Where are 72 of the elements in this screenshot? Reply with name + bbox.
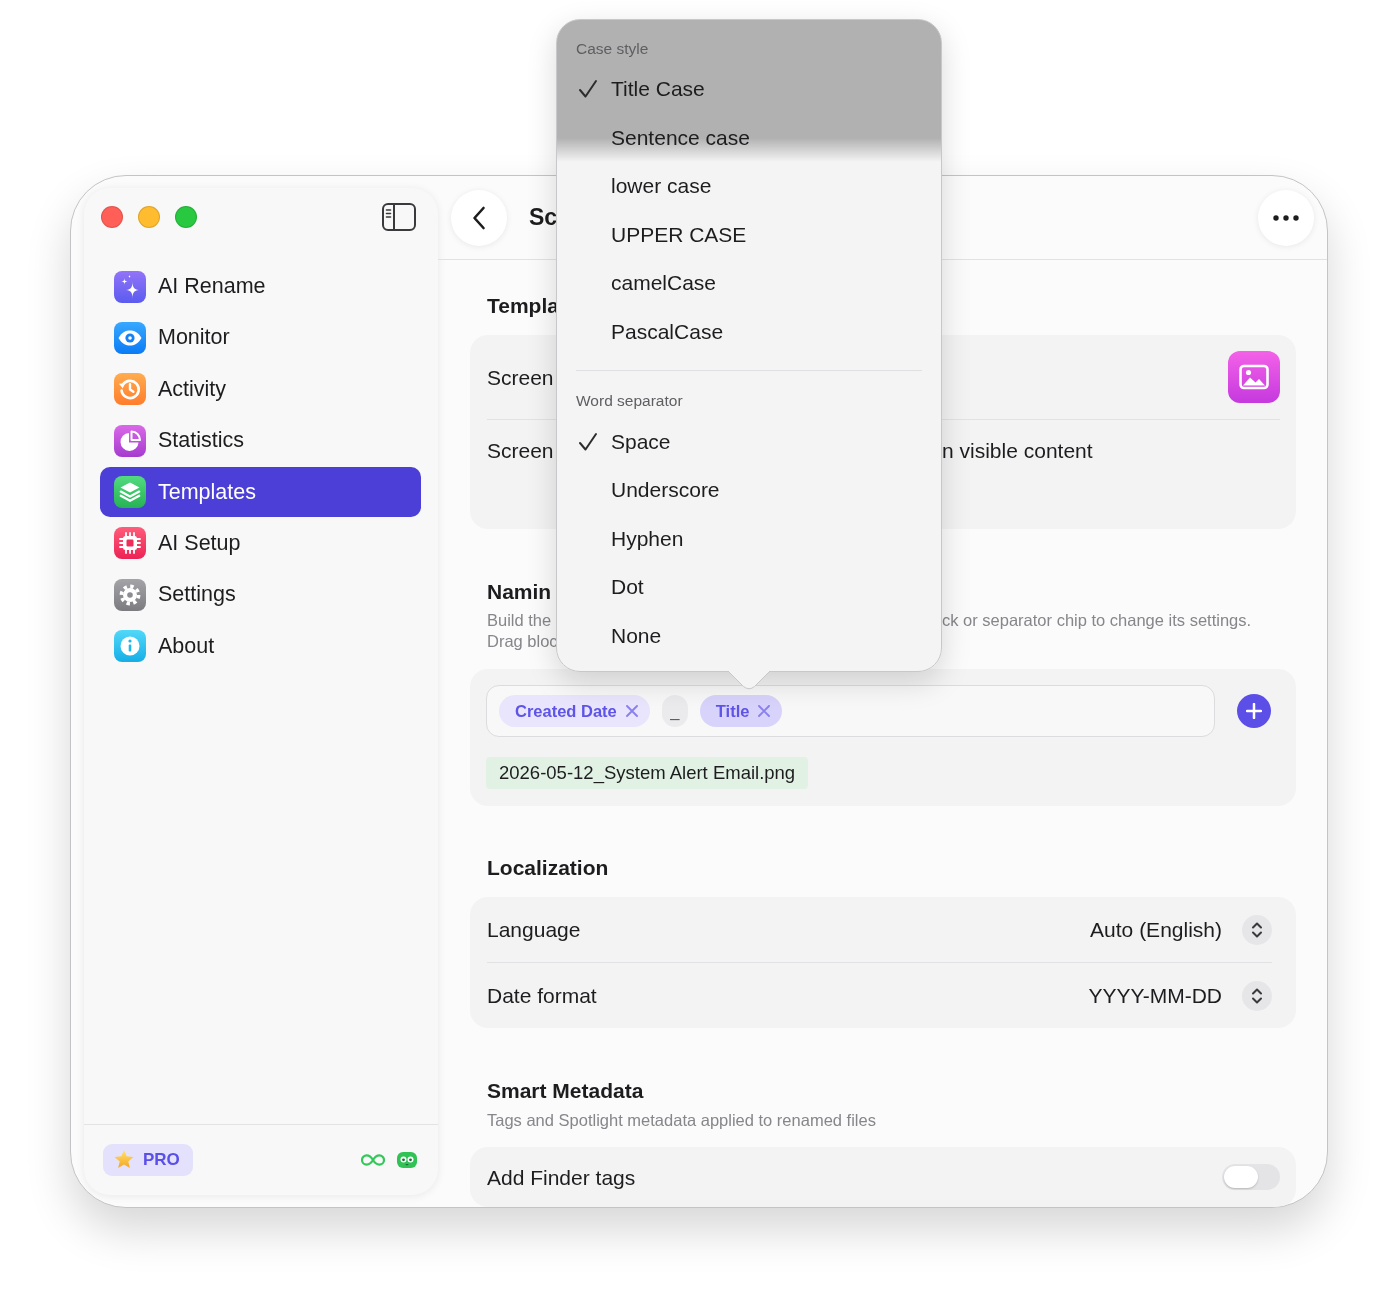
close-button[interactable] xyxy=(101,206,123,228)
sidebar-item[interactable]: About xyxy=(100,621,421,672)
chip-icon xyxy=(114,527,146,560)
token-field[interactable]: Created Date _ Title xyxy=(486,685,1215,737)
page-title: Sc xyxy=(529,204,558,231)
zoom-button[interactable] xyxy=(175,206,197,228)
setting-label: Language xyxy=(487,917,581,942)
menu-item[interactable]: UPPER CASE xyxy=(576,210,747,259)
eye-icon xyxy=(114,321,146,354)
description-text: Drag bloc xyxy=(487,631,558,652)
description-text: Build the xyxy=(487,610,552,631)
setting-label: Date format xyxy=(487,983,597,1008)
more-button[interactable] xyxy=(1258,189,1314,246)
gear-icon xyxy=(114,578,146,611)
menu-item[interactable]: lower case xyxy=(576,161,712,211)
menu-item[interactable]: Underscore xyxy=(576,466,720,515)
back-button[interactable] xyxy=(451,189,507,246)
setting-label: Screen xyxy=(487,438,554,463)
setting-value: n visible content xyxy=(942,438,1093,463)
section-title: Namin xyxy=(487,580,552,604)
section-subtitle: Tags and Spotlight metadata applied to renamed files xyxy=(487,1110,876,1130)
image-icon[interactable] xyxy=(1228,351,1280,403)
sidebar-item[interactable]: Activity xyxy=(100,364,421,415)
close-icon[interactable] xyxy=(758,705,771,717)
menu-item[interactable]: Dot xyxy=(576,563,644,612)
separator-chip[interactable]: _ xyxy=(661,695,688,727)
close-icon[interactable] xyxy=(625,705,638,717)
star-icon xyxy=(113,1149,135,1171)
sidebar-item[interactable]: Settings xyxy=(100,569,421,620)
sidebar-item[interactable]: Statistics xyxy=(100,415,421,466)
select-button[interactable]: Auto (English) xyxy=(1090,914,1272,945)
chevron-left-icon xyxy=(472,205,486,230)
sidebar-item[interactable]: Monitor xyxy=(100,312,421,363)
menu-item[interactable]: None xyxy=(576,611,662,660)
sidebar-icon[interactable] xyxy=(382,203,416,231)
menu-item[interactable]: camelCase xyxy=(576,258,717,308)
menu-item[interactable]: Space xyxy=(576,417,671,466)
token-chip[interactable]: Title xyxy=(699,695,783,727)
layers-icon xyxy=(114,476,146,509)
pro-button[interactable]: PRO xyxy=(103,1144,193,1176)
select-button[interactable]: YYYY-MM-DD xyxy=(1088,980,1272,1011)
minimize-button[interactable] xyxy=(138,206,160,228)
chevron-up-down-icon xyxy=(1242,914,1272,945)
toggle-switch[interactable] xyxy=(1222,1164,1280,1190)
sidebar-item[interactable]: Templates xyxy=(100,467,421,518)
filename-preview: 2026-05-12_System Alert Email.png xyxy=(486,757,809,789)
checkmark-icon xyxy=(578,79,598,99)
sidebar-item[interactable]: AI Setup xyxy=(100,518,421,569)
sidebar-item[interactable]: AI Rename xyxy=(100,261,421,312)
menu-item[interactable]: PascalCase xyxy=(576,307,724,356)
setting-label: Screen xyxy=(487,364,554,390)
info-icon xyxy=(114,630,146,663)
infinity-icon xyxy=(361,1154,385,1166)
menu-item[interactable]: Hyphen xyxy=(576,514,684,563)
section-title: Localization xyxy=(487,856,609,880)
pie-chart-icon xyxy=(114,424,146,457)
description-text: ck or separator chip to change its settings. xyxy=(942,610,1252,631)
add-button[interactable] xyxy=(1237,694,1271,728)
menu-heading: Case style xyxy=(576,39,649,59)
menu-item[interactable]: Sentence case xyxy=(576,113,750,162)
ellipsis-icon xyxy=(1273,214,1299,221)
plus-icon xyxy=(1246,703,1262,719)
setting-label: Add Finder tags xyxy=(487,1164,636,1190)
chevron-up-down-icon xyxy=(1242,980,1272,1011)
checkmark-icon xyxy=(578,431,598,452)
section-title: Smart Metadata xyxy=(487,1079,644,1103)
token-chip[interactable]: Created Date xyxy=(499,695,650,727)
menu-heading: Word separator xyxy=(576,390,683,411)
menu-item[interactable]: Title Case xyxy=(576,64,705,114)
sparkles-icon xyxy=(114,270,146,303)
section-title: Templa xyxy=(487,294,559,318)
robot-face-icon xyxy=(397,1152,417,1168)
